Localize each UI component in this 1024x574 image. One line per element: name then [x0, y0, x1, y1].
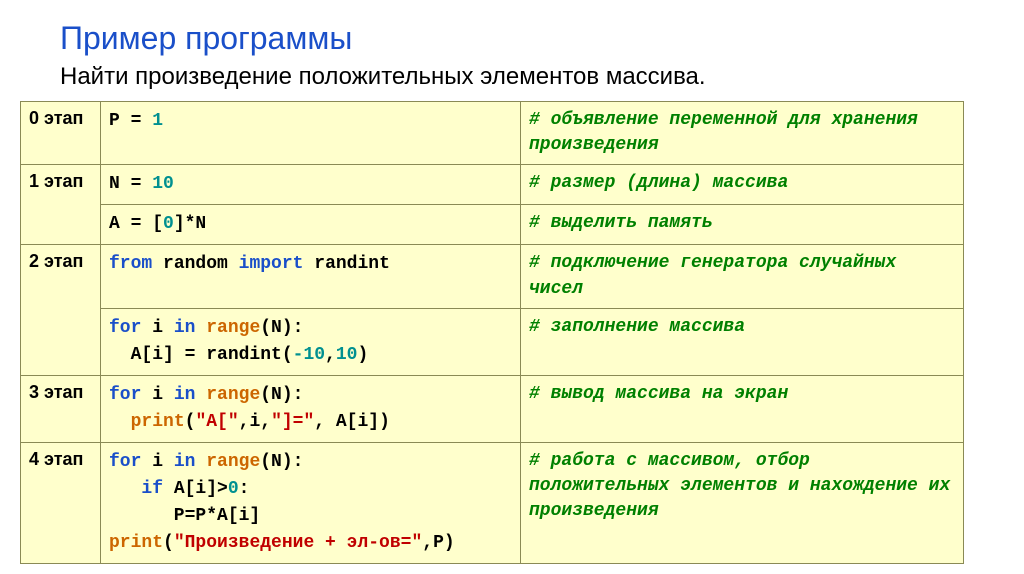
page-title: Пример программы	[60, 20, 1004, 57]
comment-cell: # заполнение массива	[521, 308, 964, 375]
code-cell: N = 10	[101, 165, 521, 205]
code-line: print("Произведение + эл-ов=",P)	[109, 530, 512, 557]
code-cell: for i in range(N): if A[i]>0: P=P*A[i]pr…	[101, 442, 521, 563]
table-row: 4 этапfor i in range(N): if A[i]>0: P=P*…	[21, 442, 964, 563]
code-line: P=P*A[i]	[109, 503, 512, 530]
subtitle: Найти произведение положительных элемент…	[20, 63, 1004, 91]
table-row: for i in range(N): A[i] = randint(-10,10…	[21, 308, 964, 375]
code-line: from random import randint	[109, 251, 512, 278]
code-line: N = 10	[109, 171, 512, 198]
stage-label: 2 этап	[21, 245, 101, 375]
comment-cell: # работа с массивом, отбор положительных…	[521, 442, 964, 563]
code-line: A = [0]*N	[109, 211, 512, 238]
table-row: 3 этапfor i in range(N): print("A[",i,"]…	[21, 375, 964, 442]
comment-cell: # объявление переменной для хранения про…	[521, 102, 964, 165]
comment-cell: # вывод массива на экран	[521, 375, 964, 442]
comment-cell: # размер (длина) массива	[521, 165, 964, 205]
stage-label: 1 этап	[21, 165, 101, 245]
code-cell: for i in range(N): A[i] = randint(-10,10…	[101, 308, 521, 375]
code-cell: for i in range(N): print("A[",i,"]=", A[…	[101, 375, 521, 442]
code-line: for i in range(N):	[109, 315, 512, 342]
code-line: print("A[",i,"]=", A[i])	[109, 409, 512, 436]
table-row: A = [0]*N # выделить память	[21, 205, 964, 245]
code-line: for i in range(N):	[109, 449, 512, 476]
code-line: A[i] = randint(-10,10)	[109, 342, 512, 369]
code-cell: P = 1	[101, 102, 521, 165]
table-row: 2 этапfrom random import randint# подклю…	[21, 245, 964, 308]
comment-cell: # выделить память	[521, 205, 964, 245]
table-row: 1 этапN = 10# размер (длина) массива	[21, 165, 964, 205]
table-row: 0 этап P = 1 # объявление переменной для х…	[21, 102, 964, 165]
code-cell: A = [0]*N	[101, 205, 521, 245]
stage-label: 3 этап	[21, 375, 101, 442]
code-line: P = 1	[109, 108, 512, 135]
comment-cell: # подключение генератора случайных чисел	[521, 245, 964, 308]
code-cell: from random import randint	[101, 245, 521, 308]
code-line: for i in range(N):	[109, 382, 512, 409]
stage-label: 4 этап	[21, 442, 101, 563]
program-table: 0 этап P = 1 # объявление переменной для х…	[20, 101, 964, 564]
code-line: if A[i]>0:	[109, 476, 512, 503]
stage-label: 0 этап	[21, 102, 101, 165]
